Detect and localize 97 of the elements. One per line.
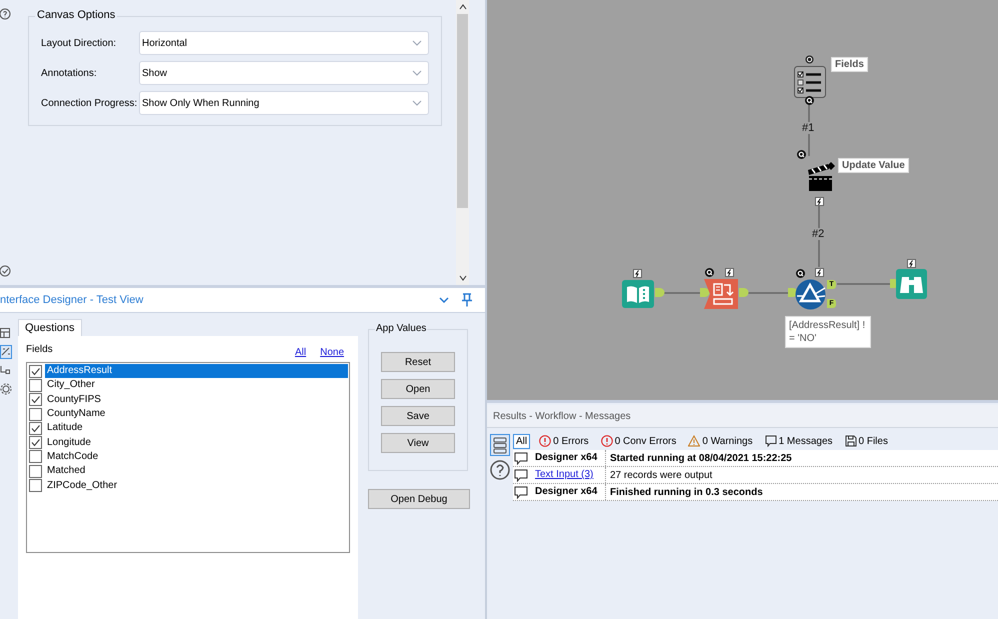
message-icon <box>514 486 528 498</box>
lightning-icon[interactable] <box>815 197 824 206</box>
checkbox[interactable] <box>29 378 42 392</box>
checkbox[interactable] <box>29 364 42 378</box>
lightning-icon[interactable] <box>633 269 642 278</box>
filter-button[interactable]: 0 Warnings <box>685 433 756 449</box>
button[interactable]: Save <box>381 406 455 426</box>
chevron-down-icon <box>412 100 422 106</box>
list-item[interactable]: MatchCode <box>45 450 348 464</box>
scrollbar-thumb[interactable] <box>457 14 468 208</box>
connection-icon[interactable] <box>0 365 10 377</box>
list-item[interactable]: Longitude <box>45 436 348 450</box>
table-cell: Designer x64 <box>532 484 606 500</box>
checkbox[interactable] <box>29 436 42 450</box>
list-item[interactable]: AddressResult <box>45 364 348 378</box>
tab[interactable]: Questions <box>18 319 82 336</box>
lightning-icon[interactable] <box>907 259 916 268</box>
chevron-down-icon[interactable] <box>439 297 449 303</box>
scrollbar[interactable] <box>456 0 469 285</box>
help-icon[interactable] <box>0 8 12 20</box>
settings-icon[interactable] <box>0 383 12 395</box>
prism-icon[interactable] <box>795 279 826 310</box>
checkbox[interactable] <box>29 464 42 478</box>
list-view-icon[interactable] <box>490 434 510 456</box>
connection-label: #2 <box>812 228 824 240</box>
checkmark-icon <box>31 395 40 404</box>
checkmark-icon <box>31 366 40 376</box>
dropdown[interactable]: Show Only When Running <box>139 91 429 115</box>
list-item[interactable]: Latitude <box>45 421 348 436</box>
message-icon <box>764 435 777 447</box>
save-icon <box>844 435 857 447</box>
formula-icon[interactable] <box>704 279 738 309</box>
clapperboard-icon[interactable] <box>806 160 836 192</box>
list-item[interactable]: Matched <box>45 464 348 478</box>
button[interactable]: Reset <box>381 352 455 372</box>
chevron-down-icon <box>412 70 422 76</box>
source-link[interactable]: Text Input (3) <box>535 469 594 480</box>
warning-icon <box>688 435 700 447</box>
filter-button[interactable]: 0 Conv Errors <box>598 433 680 449</box>
panel-title: Results - Workflow - Messages <box>487 405 998 428</box>
tool-label: Fields <box>831 57 868 72</box>
list-item[interactable]: City_Other <box>45 378 348 392</box>
scroll-up-icon[interactable] <box>458 4 466 10</box>
checklist-icon[interactable] <box>794 66 826 98</box>
lightning-icon[interactable] <box>815 268 824 277</box>
scroll-down-icon[interactable] <box>458 275 466 281</box>
tool-label: Update Value <box>838 158 909 173</box>
question-anchor-icon[interactable] <box>796 269 805 278</box>
checkbox[interactable] <box>29 450 42 464</box>
chevron-down-icon <box>412 40 422 46</box>
question-anchor-icon[interactable] <box>805 96 814 105</box>
connection-line <box>818 206 820 267</box>
error-icon <box>600 435 613 447</box>
checkbox[interactable] <box>29 408 42 421</box>
layout-icon[interactable] <box>0 327 10 339</box>
filter-button[interactable]: All <box>513 434 530 448</box>
open-debug-button[interactable]: Open Debug <box>368 489 470 509</box>
checkbox[interactable] <box>29 422 42 435</box>
setting-label: Connection Progress: <box>41 98 138 108</box>
checkbox[interactable] <box>29 479 42 492</box>
help-icon[interactable] <box>490 460 510 480</box>
filter-button[interactable]: 0 Files <box>842 433 891 449</box>
question-anchor-icon[interactable] <box>805 55 814 64</box>
pin-icon[interactable] <box>461 293 473 307</box>
filter-button[interactable]: 1 Messages <box>762 433 836 449</box>
table-cell-text: Finished running in 0.3 seconds <box>609 486 763 498</box>
message-icon <box>514 452 528 464</box>
error-icon <box>539 435 552 447</box>
message-icon <box>514 468 528 482</box>
anchor-icon[interactable] <box>788 288 798 297</box>
dropdown[interactable]: Horizontal <box>139 31 429 55</box>
question-anchor-icon[interactable] <box>705 268 714 277</box>
list-item[interactable]: CountyFIPS <box>45 392 348 407</box>
annotation: [AddressResult] ! = 'NO' <box>785 316 871 348</box>
dropdown[interactable]: Show <box>139 61 429 85</box>
table-cell-text: 27 records were output <box>609 470 712 480</box>
button[interactable]: Open <box>381 379 455 399</box>
group-title: App Values <box>375 323 428 334</box>
lightning-icon[interactable] <box>725 268 734 277</box>
button[interactable]: View <box>381 433 455 453</box>
checkbox[interactable] <box>29 393 42 406</box>
connection-line <box>837 283 890 285</box>
question-anchor-icon[interactable] <box>797 150 806 159</box>
table-cell-text: Started running at 08/04/2021 15:22:25 <box>609 452 792 464</box>
list-label: Fields <box>26 344 53 355</box>
connection-label: #1 <box>802 122 814 134</box>
list-item[interactable]: ZIPCode_Other <box>45 478 348 493</box>
panel-title: nterface Designer - Test View <box>0 294 144 306</box>
table-cell: Designer x64 <box>532 450 606 466</box>
group-title: Canvas Options <box>35 9 118 21</box>
setting-label: Annotations: <box>41 68 98 78</box>
magic-wand-icon[interactable] <box>0 345 12 359</box>
link[interactable]: None <box>320 347 344 358</box>
filter-button[interactable]: 0 Errors <box>536 433 592 449</box>
list-item[interactable]: CountyName <box>45 407 348 422</box>
link[interactable]: All <box>294 347 306 358</box>
setting-label: Layout Direction: <box>41 38 118 48</box>
